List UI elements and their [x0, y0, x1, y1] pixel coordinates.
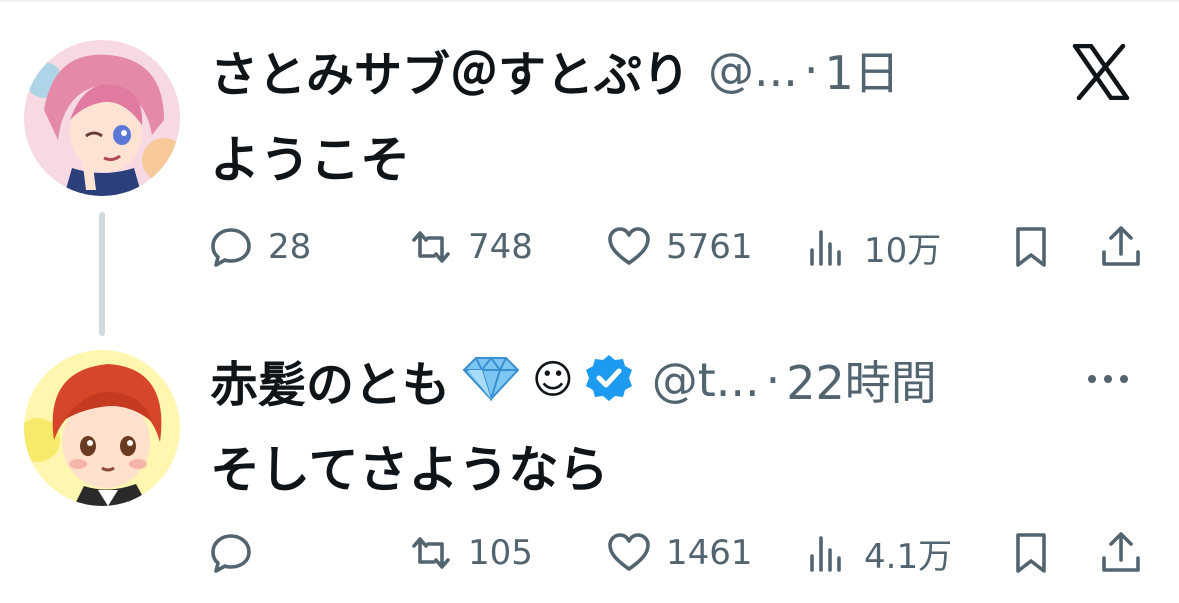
heart-icon — [608, 533, 650, 571]
timestamp[interactable]: 1日 — [825, 37, 900, 103]
diamond-emoji-icon — [460, 355, 522, 405]
reply-icon — [211, 228, 251, 267]
bookmark-icon — [1016, 227, 1046, 267]
reply-count: 28 — [268, 227, 312, 267]
share-icon — [1102, 532, 1140, 572]
retweet-count: 748 — [468, 227, 533, 267]
retweet-button[interactable]: 748 — [408, 222, 533, 272]
red-hair-anime-avatar-icon — [24, 350, 180, 506]
bookmark-button[interactable] — [1008, 528, 1054, 578]
retweet-icon — [412, 231, 450, 263]
verified-badge-icon — [584, 353, 634, 407]
user-handle[interactable]: @t... — [652, 353, 760, 407]
retweet-count: 105 — [468, 533, 533, 573]
tweet-header: さとみサブ＠すとぷり @... · 1日 — [210, 37, 900, 103]
view-count: 4.1万 — [864, 536, 953, 577]
like-button[interactable]: 1461 — [606, 528, 753, 578]
analytics-icon — [810, 230, 841, 266]
x-logo-icon — [1072, 44, 1130, 100]
share-button[interactable] — [1098, 528, 1144, 578]
tweet[interactable]: 赤髪のとも ☺ @t... · 22時間 そしてさようなら 105 1461 4… — [0, 310, 1179, 603]
tweet-text: ようこそ — [210, 131, 410, 189]
bookmark-icon — [1016, 533, 1046, 573]
avatar[interactable] — [24, 350, 180, 506]
smiley-emoji: ☺ — [532, 357, 574, 403]
share-button[interactable] — [1098, 222, 1144, 272]
like-button[interactable]: 5761 — [606, 222, 753, 272]
tweet-actions: 28 748 5761 10万 — [208, 222, 1148, 272]
retweet-button[interactable]: 105 — [408, 528, 533, 578]
bookmark-button[interactable] — [1008, 222, 1054, 272]
share-icon — [1102, 226, 1140, 266]
reply-button[interactable]: 28 — [208, 222, 311, 272]
analytics-icon — [810, 536, 841, 572]
reply-button[interactable] — [208, 528, 268, 578]
view-count: 10万 — [864, 230, 942, 271]
display-name[interactable]: さとみサブ＠すとぷり — [210, 35, 690, 105]
pink-hair-anime-avatar-icon — [24, 40, 180, 196]
heart-icon — [608, 227, 650, 265]
views-button[interactable]: 4.1万 — [804, 528, 952, 578]
tweet-actions: 105 1461 4.1万 — [208, 528, 1148, 578]
tweet[interactable]: さとみサブ＠すとぷり @... · 1日 ようこそ 28 748 5761 10… — [0, 0, 1179, 336]
like-count: 5761 — [666, 227, 753, 267]
avatar[interactable] — [24, 40, 180, 196]
separator-dot: · — [765, 353, 781, 407]
separator-dot: · — [803, 43, 819, 97]
user-handle[interactable]: @... — [708, 43, 798, 97]
retweet-icon — [412, 537, 450, 569]
tweet-header: 赤髪のとも ☺ @t... · 22時間 — [210, 347, 937, 413]
views-button[interactable]: 10万 — [804, 222, 941, 272]
timestamp[interactable]: 22時間 — [786, 347, 937, 413]
display-name[interactable]: 赤髪のとも — [210, 345, 450, 415]
like-count: 1461 — [666, 533, 753, 573]
tweet-text: そしてさようなら — [210, 441, 609, 499]
reply-icon — [211, 534, 251, 573]
more-options-icon[interactable] — [1085, 372, 1131, 386]
